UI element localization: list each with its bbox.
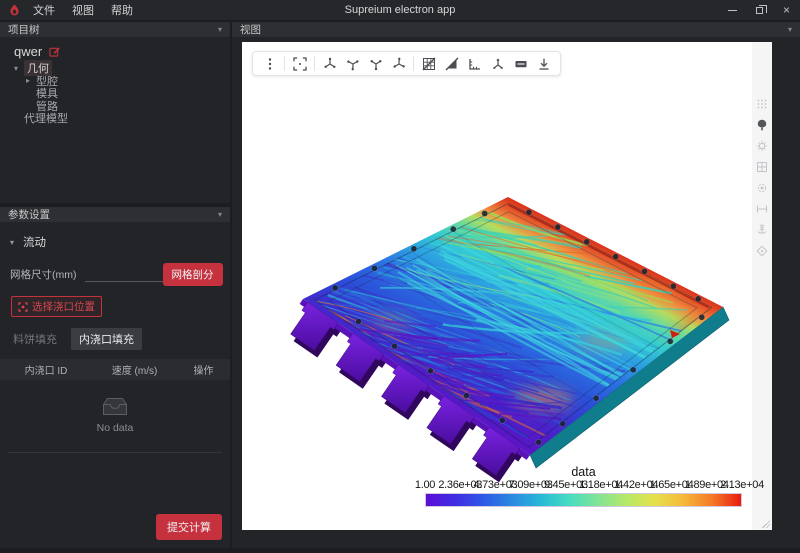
colorbar-ticks: 1.002.36e+034.73e+037.09e+039.45e+031.18… xyxy=(425,479,742,491)
inbox-icon xyxy=(102,396,128,417)
project-tree: qwer ▾几何▸型腔模具管路代理模型 xyxy=(0,37,230,124)
colorbar: data 1.002.36e+034.73e+037.09e+039.45e+0… xyxy=(425,465,742,507)
toolbar-separator xyxy=(413,56,414,71)
export-image-icon[interactable] xyxy=(532,54,555,73)
toggle-axes-icon[interactable] xyxy=(486,54,509,73)
grid-icon[interactable] xyxy=(756,161,768,173)
params-header: 参数设置 ▾ xyxy=(0,207,230,222)
inlet-table-column-0: 内浇口 ID xyxy=(0,362,92,377)
inlet-table-column-1: 速度 (m/s) xyxy=(92,362,177,377)
colorbar-tick-0: 1.00 xyxy=(415,479,435,491)
window-controls: × xyxy=(719,0,800,20)
flow-section-row[interactable]: ▾ 流动 xyxy=(10,234,230,250)
collapse-panel-icon[interactable]: ▾ xyxy=(218,211,222,219)
params-body: ▾ 流动 网格尺寸(mm) 网格剖分 选择浇口位置 料饼填充内浇口填充 内浇口 … xyxy=(0,222,230,548)
resize-grip-icon[interactable] xyxy=(762,520,770,528)
minimize-button[interactable] xyxy=(719,0,746,20)
menu-item-0[interactable]: 文件 xyxy=(33,2,55,18)
spray-icon[interactable] xyxy=(756,119,768,131)
view-orientation-3-icon[interactable] xyxy=(364,54,387,73)
pattern-icon[interactable] xyxy=(756,98,768,110)
toolbar-separator xyxy=(284,56,285,71)
close-icon: × xyxy=(783,3,790,17)
view-orientation-1-icon[interactable] xyxy=(318,54,341,73)
toggle-legend-icon[interactable] xyxy=(509,54,532,73)
empty-state: No data xyxy=(0,396,230,434)
orientation-icon[interactable] xyxy=(756,245,768,257)
view-orientation-4-icon[interactable] xyxy=(387,54,410,73)
titlebar: 文件视图帮助 Supreium electron app × xyxy=(0,0,800,20)
params-panel: 参数设置 ▾ ▾ 流动 网格尺寸(mm) 网格剖分 选择浇口位 xyxy=(0,207,230,548)
chevron-down-icon[interactable]: ▾ xyxy=(14,64,24,73)
collapse-panel-icon[interactable]: ▾ xyxy=(788,26,792,34)
submit-calculation-button[interactable]: 提交计算 xyxy=(156,514,222,540)
viewport-toolbar xyxy=(252,51,561,76)
inlet-table-header: 内浇口 ID速度 (m/s)操作 xyxy=(0,359,230,380)
toolbar-separator xyxy=(314,56,315,71)
divider xyxy=(8,452,222,453)
app-window: 文件视图帮助 Supreium electron app × 项目树 ▾ qwe… xyxy=(0,0,800,553)
mesh-size-input[interactable] xyxy=(85,268,163,282)
mesh-size-label: 网格尺寸(mm) xyxy=(10,267,77,282)
toggle-shading-icon[interactable] xyxy=(440,54,463,73)
app-logo-icon xyxy=(9,4,20,16)
gear-icon[interactable] xyxy=(756,140,768,152)
inlet-table-column-2: 操作 xyxy=(177,362,230,377)
project-tree-header: 项目树 ▾ xyxy=(0,22,230,37)
tree-item-label: 代理模型 xyxy=(24,110,68,126)
chevron-right-icon[interactable]: ▸ xyxy=(26,76,36,85)
menu-bar: 文件 视图 帮助 xyxy=(33,2,133,18)
minimize-icon xyxy=(728,10,737,11)
maximize-button[interactable] xyxy=(746,0,773,20)
main-area: 项目树 ▾ qwer ▾几何▸型腔模具管路代理模型 参数设置 ▾ xyxy=(0,20,800,553)
mesh-size-row: 网格尺寸(mm) 网格剖分 xyxy=(10,263,220,286)
close-button[interactable]: × xyxy=(773,0,800,20)
pick-location-icon xyxy=(18,302,28,312)
flow-caret-icon[interactable]: ▾ xyxy=(10,238,14,247)
select-gate-label: 选择浇口位置 xyxy=(32,299,95,314)
more-options-icon[interactable] xyxy=(258,54,281,73)
view-header: 视图 ▾ xyxy=(232,22,800,37)
filling-tab-1[interactable]: 内浇口填充 xyxy=(71,328,142,350)
colorbar-gradient xyxy=(425,493,742,507)
tree-item-4[interactable]: 代理模型 xyxy=(12,112,224,124)
project-tree-panel: 项目树 ▾ qwer ▾几何▸型腔模具管路代理模型 xyxy=(0,22,230,203)
anchor-icon[interactable] xyxy=(756,224,768,236)
colorbar-title: data xyxy=(425,465,742,479)
params-title: 参数设置 xyxy=(8,207,50,222)
mesh-divide-button[interactable]: 网格剖分 xyxy=(163,263,223,286)
fit-view-icon[interactable] xyxy=(288,54,311,73)
view-title: 视图 xyxy=(240,22,261,37)
settings-icon[interactable] xyxy=(756,182,768,194)
restore-icon xyxy=(756,7,763,14)
tree-root-label: qwer xyxy=(14,44,42,59)
collapse-panel-icon[interactable]: ▾ xyxy=(218,26,222,34)
filling-tabs: 料饼填充内浇口填充 xyxy=(13,328,230,350)
project-tree-title: 项目树 xyxy=(8,22,40,37)
empty-text: No data xyxy=(97,422,134,434)
range-icon[interactable] xyxy=(756,203,768,215)
colorbar-tick-9: 2.13e+04 xyxy=(720,479,764,491)
view-orientation-2-icon[interactable] xyxy=(341,54,364,73)
viewport: data 1.002.36e+034.73e+037.09e+039.45e+0… xyxy=(242,42,772,530)
side-toolbar xyxy=(752,42,772,530)
view-panel: 视图 ▾ data 1.002.36e+034.73e+037.09e+039.… xyxy=(232,22,800,548)
menu-item-2[interactable]: 帮助 xyxy=(111,2,133,18)
viewport-canvas[interactable] xyxy=(242,42,772,530)
left-column: 项目树 ▾ qwer ▾几何▸型腔模具管路代理模型 参数设置 ▾ xyxy=(0,22,230,548)
menu-item-1[interactable]: 视图 xyxy=(72,2,94,18)
flow-section-label: 流动 xyxy=(23,234,46,250)
toggle-mesh-icon[interactable] xyxy=(417,54,440,73)
edit-icon[interactable] xyxy=(49,46,60,57)
select-gate-button[interactable]: 选择浇口位置 xyxy=(11,296,102,317)
filling-tab-0[interactable]: 料饼填充 xyxy=(13,328,57,350)
scale-ruler-icon[interactable] xyxy=(463,54,486,73)
